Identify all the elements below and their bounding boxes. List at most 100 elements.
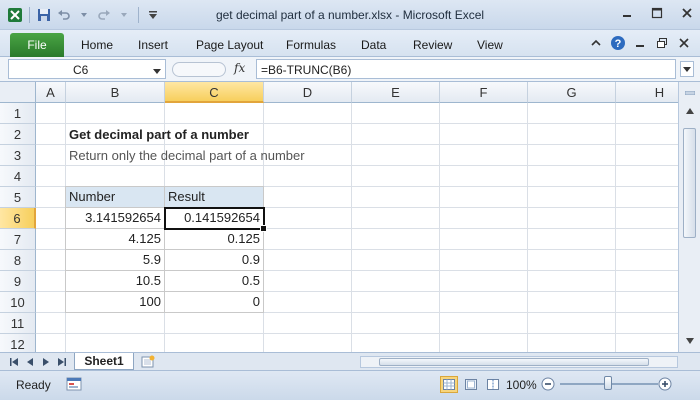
vertical-scroll-thumb[interactable]: [683, 128, 696, 238]
row-header-2[interactable]: 2: [0, 124, 36, 145]
table-cell-number[interactable]: 100: [66, 292, 164, 312]
row-header-12[interactable]: 12: [0, 334, 36, 352]
close-icon[interactable]: [680, 6, 694, 20]
row-header-10[interactable]: 10: [0, 292, 36, 313]
row-header-1[interactable]: 1: [0, 103, 36, 124]
scroll-down-icon[interactable]: [682, 334, 697, 348]
zoom-out-icon[interactable]: [541, 377, 555, 391]
minimize-icon[interactable]: [620, 6, 634, 20]
tab-home[interactable]: Home: [81, 35, 113, 55]
row-header-5[interactable]: 5: [0, 187, 36, 208]
tab-insert[interactable]: Insert: [138, 35, 168, 55]
view-buttons: [440, 376, 502, 393]
horizontal-scrollbar[interactable]: [360, 356, 678, 368]
gridline: [36, 312, 678, 313]
next-sheet-icon[interactable]: [40, 356, 52, 368]
column-header-d[interactable]: D: [264, 82, 352, 103]
row-header-4[interactable]: 4: [0, 166, 36, 187]
table-cell-result[interactable]: 0.125: [165, 229, 263, 249]
status-bar: Ready 100%: [0, 370, 700, 400]
name-box-value: C6: [73, 63, 89, 77]
row-header-11[interactable]: 11: [0, 313, 36, 334]
toolbar-separator: [138, 6, 139, 23]
maximize-icon[interactable]: [650, 6, 664, 20]
table-cell-result[interactable]: 0.9: [165, 250, 263, 270]
row-header-6[interactable]: 6: [0, 208, 36, 229]
customize-toolbar-icon[interactable]: [144, 6, 162, 24]
page-layout-view-icon[interactable]: [462, 376, 480, 393]
svg-text:?: ?: [615, 38, 622, 50]
sheet-title[interactable]: Get decimal part of a number: [69, 125, 249, 145]
redo-dropdown-icon[interactable]: [115, 6, 133, 24]
workbook-minimize-icon[interactable]: [632, 35, 648, 51]
formula-text: =B6-TRUNC(B6): [261, 63, 352, 77]
worksheet-grid[interactable]: A B C D E F G H 1 2 3 4 5 6 7 8 9 10 11 …: [0, 82, 678, 352]
row-header-8[interactable]: 8: [0, 250, 36, 271]
first-sheet-icon[interactable]: [8, 356, 20, 368]
insert-sheet-icon[interactable]: [138, 354, 158, 369]
sheet-subtitle[interactable]: Return only the decimal part of a number: [69, 146, 305, 166]
last-sheet-icon[interactable]: [56, 356, 68, 368]
column-header-b[interactable]: B: [66, 82, 165, 103]
toolbar-separator: [29, 6, 30, 23]
minimize-ribbon-icon[interactable]: [588, 35, 604, 51]
normal-view-icon[interactable]: [440, 376, 458, 393]
tab-page-layout[interactable]: Page Layout: [196, 35, 263, 55]
help-icon[interactable]: ?: [610, 35, 626, 51]
table-cell-result[interactable]: 0.5: [165, 271, 263, 291]
table-cell-result[interactable]: 0.141592654: [165, 208, 263, 228]
column-header-a[interactable]: A: [36, 82, 66, 103]
table-cell-number[interactable]: 4.125: [66, 229, 164, 249]
gridline: [36, 123, 678, 124]
undo-icon[interactable]: [55, 6, 73, 24]
tab-review[interactable]: Review: [413, 35, 452, 55]
column-header-e[interactable]: E: [352, 82, 440, 103]
formula-buttons-oval: [172, 62, 226, 77]
macro-recording-icon[interactable]: [66, 377, 82, 391]
zoom-slider-knob[interactable]: [604, 376, 612, 390]
table-cell-number[interactable]: 10.5: [66, 271, 164, 291]
horizontal-scroll-thumb[interactable]: [379, 358, 649, 366]
tab-formulas[interactable]: Formulas: [286, 35, 336, 55]
prev-sheet-icon[interactable]: [24, 356, 36, 368]
row-header-7[interactable]: 7: [0, 229, 36, 250]
quick-access-toolbar: [0, 0, 162, 30]
table-cell-number[interactable]: 3.141592654: [66, 208, 164, 228]
excel-app-icon[interactable]: [6, 6, 24, 24]
scroll-up-icon[interactable]: [682, 104, 697, 118]
column-header-g[interactable]: G: [528, 82, 616, 103]
table-cell-result[interactable]: 0: [165, 292, 263, 312]
column-header-c[interactable]: C: [165, 82, 264, 103]
tab-data[interactable]: Data: [361, 35, 386, 55]
zoom-in-icon[interactable]: [658, 377, 672, 391]
column-header-h[interactable]: H: [616, 82, 678, 103]
undo-dropdown-icon[interactable]: [75, 6, 93, 24]
table-header-number[interactable]: Number: [66, 187, 164, 207]
table-cell-number[interactable]: 5.9: [66, 250, 164, 270]
row-header-9[interactable]: 9: [0, 271, 36, 292]
vertical-scrollbar[interactable]: [678, 82, 700, 352]
redo-icon[interactable]: [95, 6, 113, 24]
zoom-level[interactable]: 100%: [506, 378, 537, 392]
window-controls: [620, 6, 694, 20]
column-header-f[interactable]: F: [440, 82, 528, 103]
save-icon[interactable]: [35, 6, 53, 24]
split-box-icon[interactable]: [682, 86, 697, 100]
tab-file[interactable]: File: [10, 33, 64, 57]
name-box[interactable]: C6: [8, 59, 166, 79]
insert-function-button[interactable]: fx: [234, 61, 245, 75]
formula-tools: fx: [170, 59, 256, 79]
page-break-view-icon[interactable]: [484, 376, 502, 393]
row-header-3[interactable]: 3: [0, 145, 36, 166]
chevron-down-icon[interactable]: [153, 64, 161, 78]
expand-formula-bar-icon[interactable]: [680, 61, 694, 77]
formula-input[interactable]: =B6-TRUNC(B6): [256, 59, 676, 79]
workbook-restore-icon[interactable]: [654, 35, 670, 51]
formula-bar: C6 fx =B6-TRUNC(B6): [0, 57, 700, 82]
title-bar: get decimal part of a number.xlsx - Micr…: [0, 0, 700, 30]
tab-view[interactable]: View: [477, 35, 503, 55]
select-all-corner[interactable]: [0, 82, 36, 103]
sheet-tab-sheet1[interactable]: Sheet1: [74, 353, 134, 370]
table-header-result[interactable]: Result: [165, 187, 263, 207]
workbook-close-icon[interactable]: [676, 35, 692, 51]
